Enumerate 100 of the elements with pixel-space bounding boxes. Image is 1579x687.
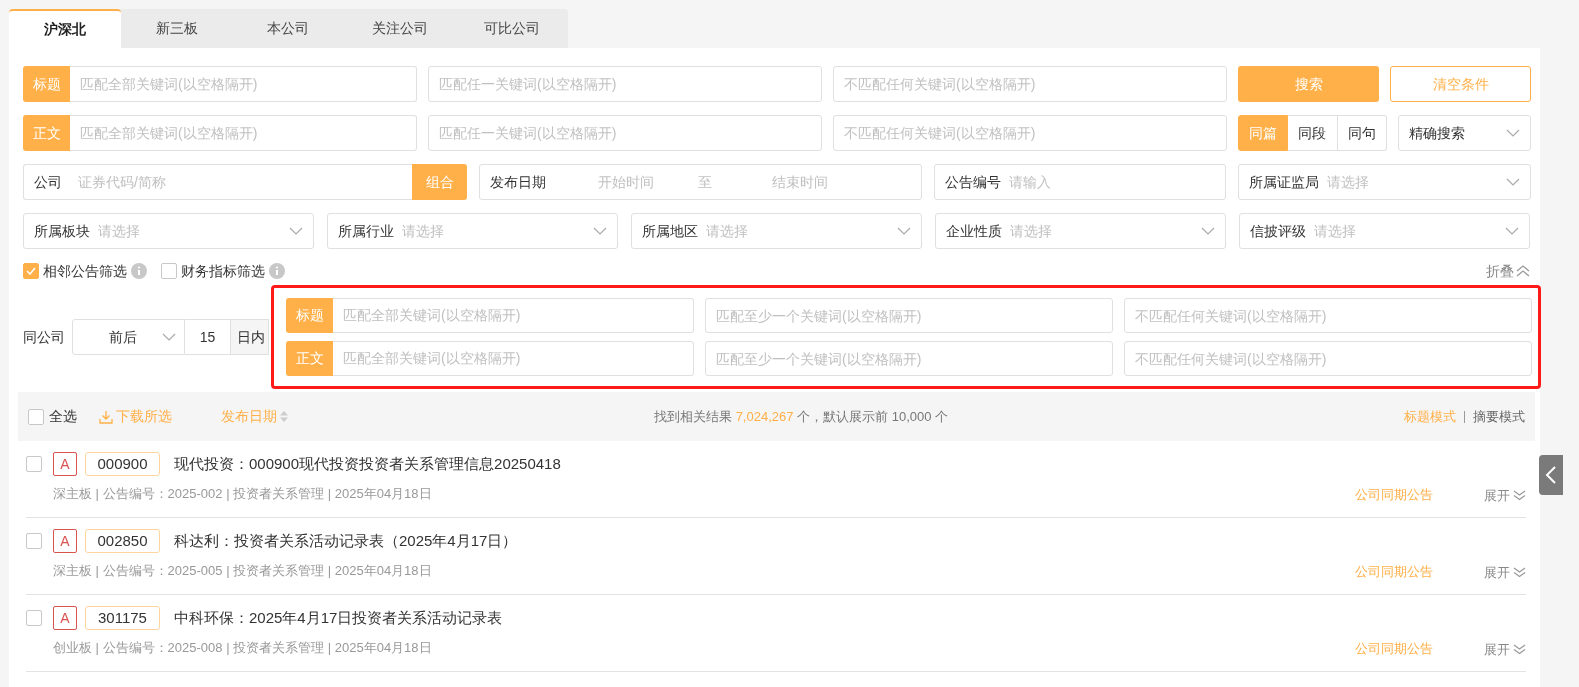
checkbox[interactable]: [161, 263, 177, 279]
toggle-button[interactable]: 同段: [1288, 115, 1338, 151]
double-chevron-down-icon: [1513, 489, 1526, 501]
dropdown[interactable]: 所属地区 请选择: [631, 213, 922, 249]
keyword-field[interactable]: 匹配任一关键词(以空格隔开): [428, 66, 822, 102]
checkbox[interactable]: [26, 610, 42, 626]
double-chevron-down-icon: [1513, 643, 1526, 655]
unit-label: 日内: [231, 319, 269, 355]
input-field[interactable]: 开始时间: [598, 171, 698, 193]
dropdown-placeholder: 请选择: [98, 221, 140, 241]
check-icon: [26, 267, 36, 275]
chevron-down-icon: [162, 333, 176, 341]
tab[interactable]: 关注公司: [344, 9, 457, 48]
market-badge: A: [53, 452, 77, 476]
expand-button[interactable]: 展开: [1484, 639, 1526, 659]
stock-code-tag: 301175: [85, 606, 160, 630]
keyword-field[interactable]: 不匹配任何关键词(以空格隔开): [1124, 298, 1532, 333]
announcement-title-link[interactable]: 现代投资：000900现代投资投资者关系管理信息20250418: [174, 452, 561, 476]
field-label: 公司: [34, 172, 62, 192]
announcement-title-link[interactable]: 中科环保：2025年4月17日投资者关系活动记录表: [174, 606, 503, 630]
checkbox[interactable]: [23, 263, 39, 279]
dropdown[interactable]: 前后: [72, 319, 185, 355]
info-icon: [269, 263, 285, 279]
field-label: 正文: [286, 341, 333, 376]
dropdown-value: 精确搜索: [1409, 123, 1465, 143]
download-icon: [99, 409, 113, 424]
keyword-field[interactable]: 匹配至少一个关键词(以空格隔开): [705, 341, 1113, 376]
date-separator: 至: [698, 172, 713, 192]
checkbox[interactable]: [26, 456, 42, 472]
days-input[interactable]: 15: [185, 326, 230, 348]
double-chevron-up-icon: [1516, 265, 1530, 277]
chevron-down-icon: [1506, 178, 1520, 186]
field-label: 所属板块: [34, 221, 90, 241]
field-label: 所属地区: [642, 221, 698, 241]
keyword-field[interactable]: 匹配全部关键词(以空格隔开): [333, 298, 694, 333]
dropdown[interactable]: 所属证监局 请选择: [1238, 164, 1531, 200]
tab[interactable]: 沪深北: [9, 9, 121, 48]
input-field[interactable]: 请输入: [1009, 171, 1215, 193]
dropdown-placeholder: 请选择: [706, 221, 748, 241]
announcement-meta: 深主板 | 公告编号：2025-005 | 投资者关系管理 | 2025年04月18日: [53, 562, 432, 580]
field-label: 所属行业: [338, 221, 394, 241]
keyword-field[interactable]: 不匹配任何关键词(以空格隔开): [833, 66, 1227, 102]
checkbox[interactable]: [26, 533, 42, 549]
field-label: 所属证监局: [1249, 172, 1319, 192]
dropdown[interactable]: 精确搜索: [1398, 115, 1531, 151]
input-field[interactable]: 结束时间: [772, 171, 892, 193]
keyword-field[interactable]: 不匹配任何关键词(以空格隔开): [1124, 341, 1532, 376]
sort-icon: [280, 411, 288, 422]
input-field[interactable]: 证券代码/简称: [78, 171, 402, 193]
announcement-title-link[interactable]: 科达利：投资者关系活动记录表（2025年4月17日）: [174, 529, 518, 553]
tab[interactable]: 可比公司: [456, 9, 568, 48]
dropdown-value: 前后: [109, 327, 137, 347]
chevron-down-icon: [1201, 227, 1215, 235]
checkbox[interactable]: [28, 408, 44, 425]
dropdown[interactable]: 所属板块 请选择: [23, 213, 314, 249]
checkbox-label: 财务指标筛选: [181, 261, 265, 281]
dropdown[interactable]: 企业性质 请选择: [935, 213, 1226, 249]
date-range-field[interactable]: 发布日期 开始时间 至 结束时间: [479, 164, 922, 200]
announcement-meta: 深主板 | 公告编号：2025-002 | 投资者关系管理 | 2025年04月18日: [53, 485, 432, 503]
keyword-field[interactable]: 匹配全部关键词(以空格隔开): [70, 115, 417, 151]
stock-code-tag: 002850: [85, 529, 160, 553]
keyword-field[interactable]: 匹配全部关键词(以空格隔开): [333, 341, 694, 376]
side-collapse-button[interactable]: [1539, 455, 1563, 495]
field-label: 正文: [23, 115, 70, 151]
chevron-down-icon: [289, 227, 303, 235]
chevron-down-icon: [1505, 227, 1519, 235]
toggle-button[interactable]: 同句: [1337, 115, 1387, 151]
chevron-down-icon: [593, 227, 607, 235]
field-label: 标题: [286, 298, 333, 333]
keyword-field[interactable]: 不匹配任何关键词(以空格隔开): [833, 115, 1227, 151]
info-icon: [131, 263, 147, 279]
days-field[interactable]: 15: [185, 319, 231, 355]
keyword-field[interactable]: 匹配全部关键词(以空格隔开): [70, 66, 417, 102]
chevron-down-icon: [1506, 129, 1520, 137]
result-summary: 找到相关结果 7,024,267 个，默认展示前 10,000 个: [654, 407, 949, 426]
dropdown[interactable]: 信披评级 请选择: [1239, 213, 1530, 249]
collapse-button[interactable]: 折叠: [1486, 260, 1530, 282]
tab[interactable]: 本公司: [232, 9, 345, 48]
announcement-number-field[interactable]: 公告编号 请输入: [934, 164, 1226, 200]
dropdown-placeholder: 请选择: [1327, 172, 1369, 192]
market-badge: A: [53, 529, 77, 553]
expand-button[interactable]: 展开: [1484, 485, 1526, 505]
field-label: 发布日期: [490, 172, 547, 192]
keyword-field[interactable]: 匹配任一关键词(以空格隔开): [428, 115, 822, 151]
field-label: 企业性质: [946, 221, 1002, 241]
stock-code-tag: 000900: [85, 452, 160, 476]
company-field[interactable]: 公司 证券代码/简称: [23, 164, 412, 200]
double-chevron-down-icon: [1513, 566, 1526, 578]
dropdown-placeholder: 请选择: [402, 221, 444, 241]
view-mode-link[interactable]: 摘要模式: [1473, 406, 1525, 427]
checkbox-label: 全选: [49, 407, 77, 426]
expand-button[interactable]: 展开: [1484, 562, 1526, 582]
field-label: 公告编号: [945, 172, 1001, 192]
chevron-down-icon: [897, 227, 911, 235]
dropdown-placeholder: 请选择: [1010, 221, 1052, 241]
dropdown[interactable]: 所属行业 请选择: [327, 213, 618, 249]
keyword-field[interactable]: 匹配至少一个关键词(以空格隔开): [705, 298, 1113, 333]
tab[interactable]: 新三板: [120, 9, 233, 48]
market-badge: A: [53, 606, 77, 630]
field-label: 同公司: [23, 327, 66, 347]
